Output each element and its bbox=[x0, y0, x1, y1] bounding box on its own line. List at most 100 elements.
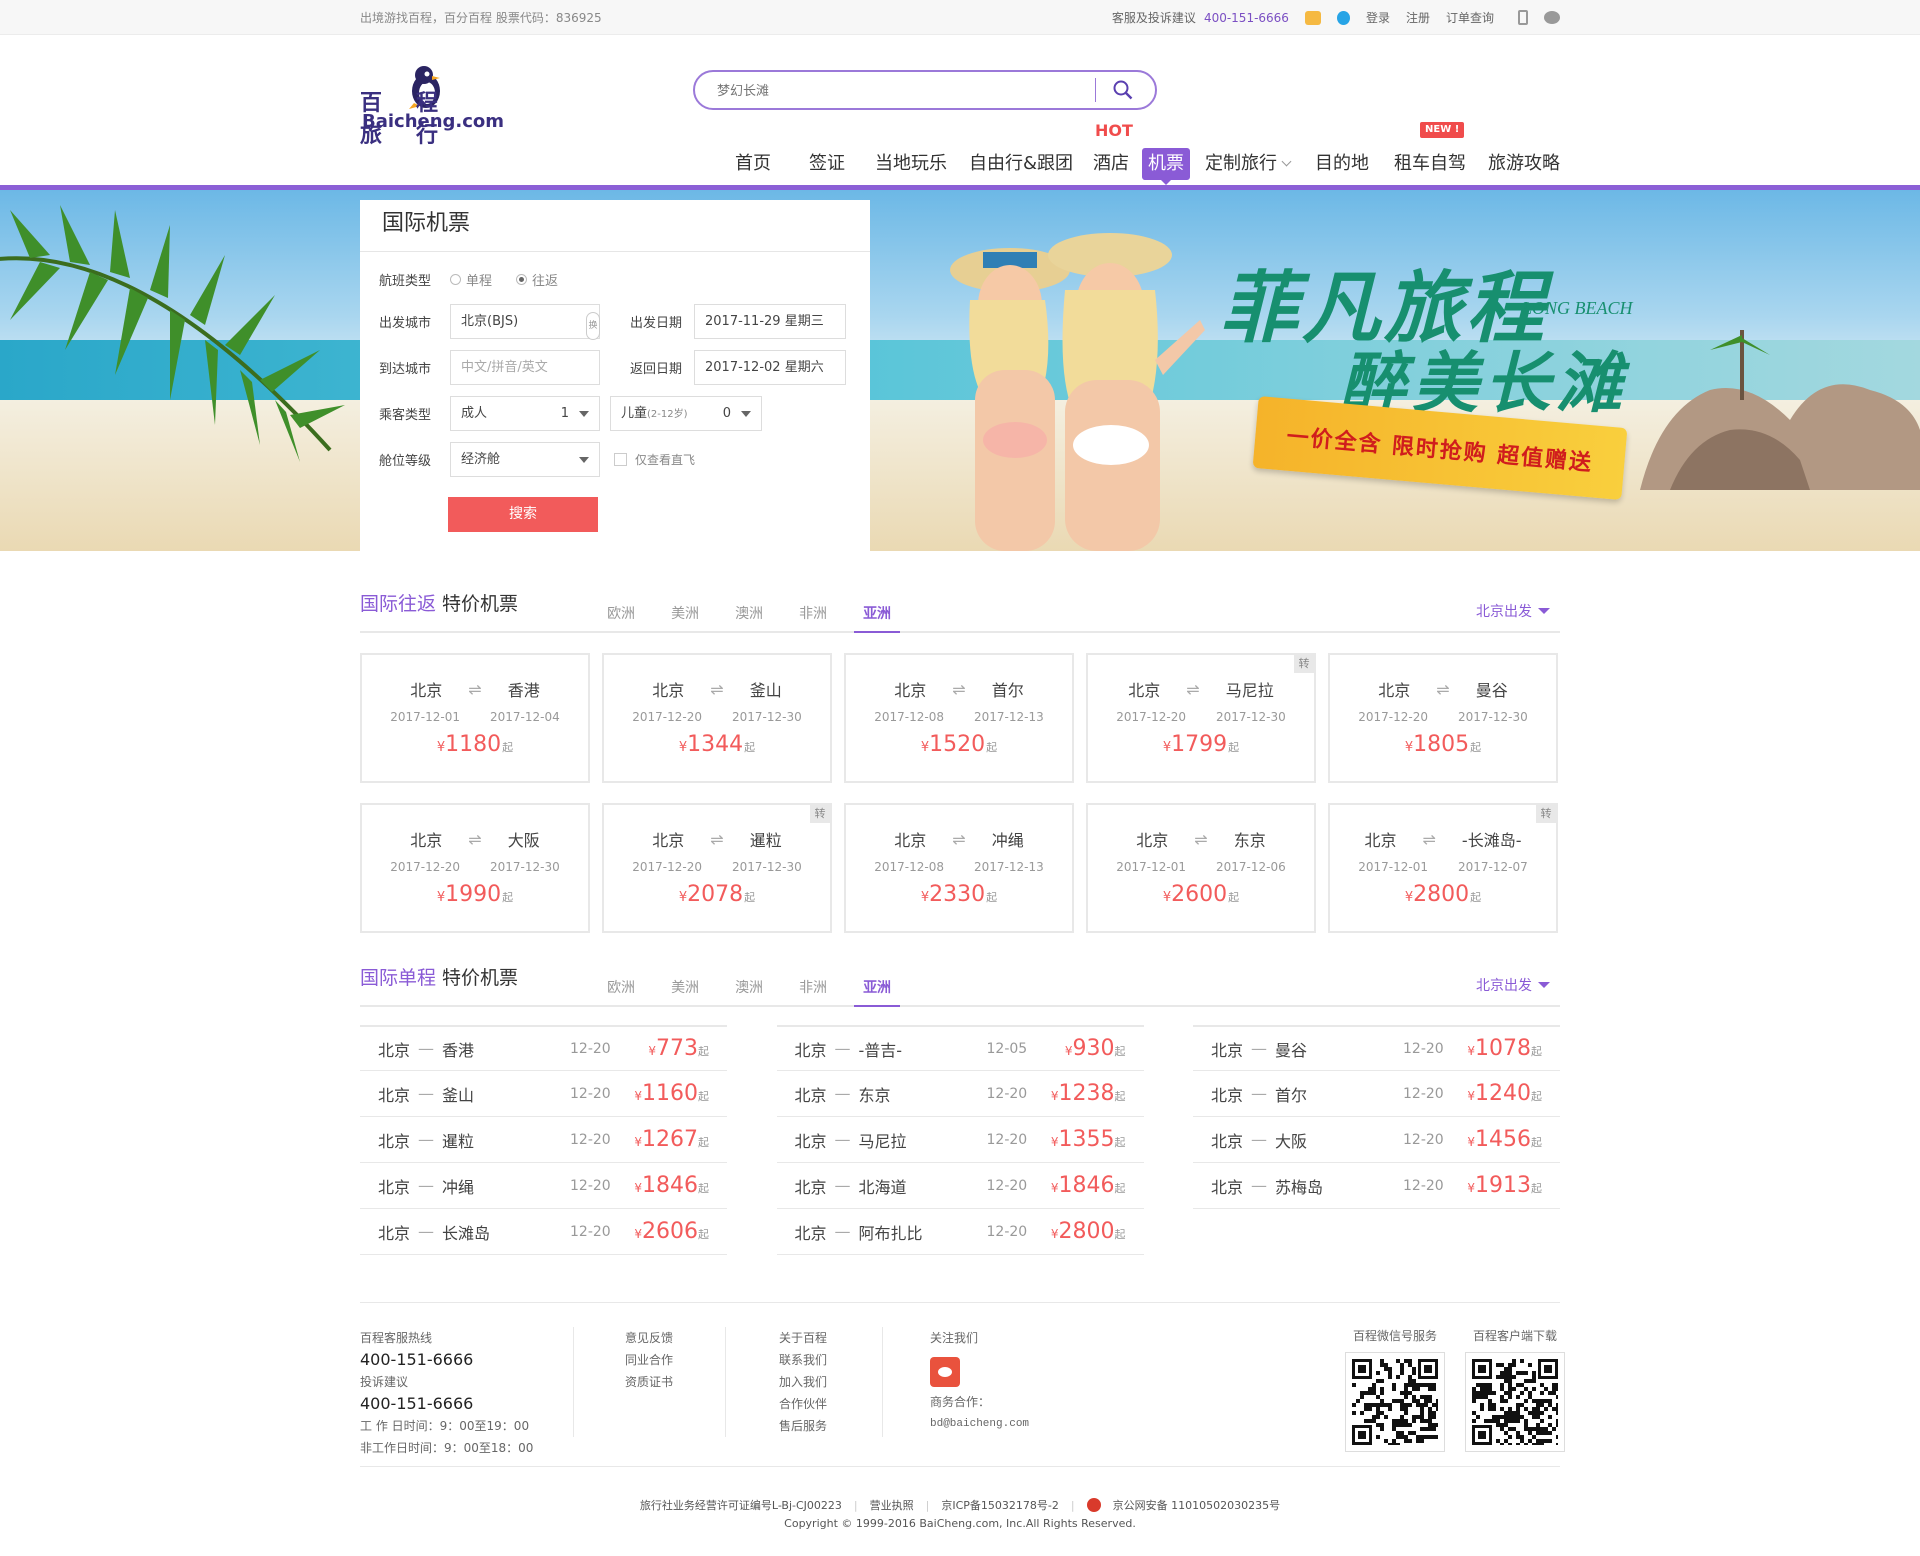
flight-deal-card[interactable]: 北京 ⇌ 东京 2017-12-01 2017-12-06 ¥2600起 bbox=[1086, 803, 1316, 933]
roundtrip-title: 国际往返 特价机票 bbox=[360, 593, 519, 615]
oneway-deal-row[interactable]: 北京 — -普吉- 12-05 ¥930起 bbox=[776, 1025, 1144, 1071]
nav-destination[interactable]: 目的地 bbox=[1301, 148, 1383, 180]
tab-africa[interactable]: 非洲 bbox=[790, 977, 836, 1007]
footer-link-partner[interactable]: 同业合作 bbox=[625, 1349, 673, 1371]
roundtrip-cards: 北京 ⇌ 香港 2017-12-01 2017-12-04 ¥1180起 北京 ⇌ 釜山 2017… bbox=[360, 653, 1560, 933]
from-city-input[interactable]: 北京(BJS) bbox=[450, 304, 600, 339]
tab-asia[interactable]: 亚洲 bbox=[854, 977, 901, 1007]
depart-date-input[interactable]: 2017-11-29 星期三 bbox=[694, 304, 847, 339]
deal-date: 12-20 bbox=[986, 1131, 1028, 1148]
caret-down-icon bbox=[1538, 982, 1550, 988]
return-date-input[interactable]: 2017-12-02 星期六 bbox=[694, 350, 847, 385]
nav-home[interactable]: 首页 bbox=[716, 148, 790, 180]
flight-deal-card[interactable]: 转北京 ⇌ 暹粒 2017-12-20 2017-12-30 ¥2078起 bbox=[602, 803, 832, 933]
login-link[interactable]: 登录 bbox=[1366, 9, 1390, 26]
dropdown-arrow-icon bbox=[579, 457, 589, 463]
oneway-deal-row[interactable]: 北京 — 釜山 12-20 ¥1160起 bbox=[360, 1071, 727, 1117]
weibo-icon[interactable] bbox=[1304, 10, 1321, 25]
register-link[interactable]: 注册 bbox=[1406, 9, 1430, 26]
oneway-deal-row[interactable]: 北京 — 曼谷 12-20 ¥1078起 bbox=[1193, 1025, 1560, 1071]
tab-africa[interactable]: 非洲 bbox=[790, 603, 836, 633]
tab-europe[interactable]: 欧洲 bbox=[598, 603, 644, 633]
flight-deal-card[interactable]: 北京 ⇌ 首尔 2017-12-08 2017-12-13 ¥1520起 bbox=[844, 653, 1074, 783]
flight-search-button[interactable]: 搜索 bbox=[448, 497, 598, 532]
oneway-deal-row[interactable]: 北京 — 北海道 12-20 ¥1846起 bbox=[776, 1163, 1144, 1209]
qq-icon[interactable] bbox=[1336, 10, 1350, 25]
logo[interactable]: 百程旅行 Baicheng.com bbox=[360, 63, 504, 148]
header: 百程旅行 Baicheng.com 首页 签证 当地玩乐 自由行&跟团 HOT酒… bbox=[0, 35, 1920, 190]
nav-flights[interactable]: 机票 bbox=[1142, 148, 1190, 185]
departure-city-select[interactable]: 北京出发 bbox=[1476, 975, 1550, 995]
hero-banner[interactable]: 菲凡旅程 LONG BEACH 醉美长滩 一价全含 限时抢购 超值赠送 国际机票… bbox=[0, 190, 1920, 551]
nav-guides[interactable]: 旅游攻略 bbox=[1477, 148, 1560, 180]
order-query-link[interactable]: 订单查询 bbox=[1446, 9, 1494, 26]
tab-oceania[interactable]: 澳洲 bbox=[726, 977, 772, 1007]
adult-select[interactable]: 成人 1 bbox=[450, 396, 600, 431]
business-email[interactable]: bd@baicheng.com bbox=[930, 1413, 1029, 1435]
footer-link-jobs[interactable]: 加入我们 bbox=[779, 1371, 827, 1393]
nav-car-rental[interactable]: NEW ! 租车自驾 bbox=[1383, 122, 1477, 180]
oneway-deal-row[interactable]: 北京 — 首尔 12-20 ¥1240起 bbox=[1193, 1071, 1560, 1117]
service-label: 客服及投诉建议 bbox=[1111, 11, 1196, 25]
oneway-deal-row[interactable]: 北京 — 长滩岛 12-20 ¥2606起 bbox=[360, 1209, 727, 1255]
nav-free-tour[interactable]: 自由行&跟团 bbox=[958, 148, 1084, 180]
return-date-label: 返回日期 bbox=[630, 362, 683, 377]
palm-leaf-illustration bbox=[0, 205, 345, 462]
flight-deal-card[interactable]: 北京 ⇌ 曼谷 2017-12-20 2017-12-30 ¥1805起 bbox=[1328, 653, 1558, 783]
flight-deal-card[interactable]: 北京 ⇌ 釜山 2017-12-20 2017-12-30 ¥1344起 bbox=[602, 653, 832, 783]
form-title: 国际机票 bbox=[360, 200, 870, 252]
tab-america[interactable]: 美洲 bbox=[662, 977, 708, 1007]
tab-asia[interactable]: 亚洲 bbox=[854, 603, 901, 633]
footer-link-about[interactable]: 关于百程 bbox=[779, 1327, 827, 1349]
tab-europe[interactable]: 欧洲 bbox=[598, 977, 644, 1007]
mobile-icon[interactable] bbox=[1518, 10, 1528, 25]
roundtrip-arrows-icon: ⇌ bbox=[952, 829, 966, 849]
nav-hotel[interactable]: HOT 酒店 bbox=[1084, 122, 1138, 180]
oneway-deal-row[interactable]: 北京 — 大阪 12-20 ¥1456起 bbox=[1193, 1117, 1560, 1163]
nav-local[interactable]: 当地玩乐 bbox=[864, 148, 958, 180]
oneway-deal-row[interactable]: 北京 — 香港 12-20 ¥773起 bbox=[360, 1025, 727, 1071]
roundtrip-radio[interactable]: 往返 bbox=[516, 270, 558, 289]
oneway-deal-row[interactable]: 北京 — 阿布扎比 12-20 ¥2800起 bbox=[776, 1209, 1144, 1255]
oneway-deal-row[interactable]: 北京 — 冲绳 12-20 ¥1846起 bbox=[360, 1163, 727, 1209]
dropdown-arrow-icon bbox=[579, 411, 589, 417]
oneway-radio[interactable]: 单程 bbox=[450, 270, 492, 289]
search-button[interactable] bbox=[1096, 72, 1150, 108]
nav-visa[interactable]: 签证 bbox=[790, 148, 864, 180]
swap-cities-button[interactable]: 换 bbox=[586, 312, 600, 340]
roundtrip-arrows-icon: ⇌ bbox=[1436, 679, 1450, 699]
deal-date: 12-20 bbox=[1403, 1177, 1444, 1194]
departure-city-select[interactable]: 北京出发 bbox=[1476, 601, 1550, 621]
oneway-deal-row[interactable]: 北京 — 苏梅岛 12-20 ¥1913起 bbox=[1193, 1163, 1560, 1209]
footer: 百程客服热线 400-151-6666 投诉建议 400-151-6666 工 … bbox=[360, 1302, 1565, 1467]
footer-link-contact[interactable]: 联系我们 bbox=[779, 1349, 827, 1371]
copyright: Copyright © 1999-2016 BaiCheng.com, Inc.… bbox=[784, 1517, 1136, 1530]
biz-license-link[interactable]: 营业执照 bbox=[870, 1497, 914, 1513]
oneway-deal-row[interactable]: 北京 — 东京 12-20 ¥1238起 bbox=[776, 1071, 1144, 1117]
footer-link-aftersale[interactable]: 售后服务 bbox=[779, 1415, 827, 1437]
flight-deal-card[interactable]: 北京 ⇌ 冲绳 2017-12-08 2017-12-13 ¥2330起 bbox=[844, 803, 1074, 933]
direct-only-checkbox[interactable]: 仅查看直飞 bbox=[614, 451, 695, 468]
cabin-class-select[interactable]: 经济舱 bbox=[450, 442, 600, 477]
flight-deal-card[interactable]: 北京 ⇌ 香港 2017-12-01 2017-12-04 ¥1180起 bbox=[360, 653, 590, 783]
child-select[interactable]: 儿童(2-12岁) 0 bbox=[610, 396, 762, 431]
destination-city: 阿布扎比 bbox=[858, 1223, 923, 1243]
wechat-icon[interactable] bbox=[1544, 11, 1560, 24]
oneway-deal-row[interactable]: 北京 — 暹粒 12-20 ¥1267起 bbox=[360, 1117, 727, 1163]
wechat-qr-code bbox=[1345, 1352, 1445, 1452]
tab-america[interactable]: 美洲 bbox=[662, 603, 708, 633]
weibo-icon[interactable] bbox=[930, 1357, 960, 1387]
island-rocks-illustration bbox=[1640, 330, 1920, 490]
flight-deal-card[interactable]: 转北京 ⇌ -长滩岛- 2017-12-01 2017-12-07 ¥2800起 bbox=[1328, 803, 1558, 933]
destination-city: 香港 bbox=[507, 681, 540, 700]
footer-link-partners[interactable]: 合作伙伴 bbox=[779, 1393, 827, 1415]
flight-deal-card[interactable]: 转北京 ⇌ 马尼拉 2017-12-20 2017-12-30 ¥1799起 bbox=[1086, 653, 1316, 783]
flight-deal-card[interactable]: 北京 ⇌ 大阪 2017-12-20 2017-12-30 ¥1990起 bbox=[360, 803, 590, 933]
to-city-input[interactable]: 中文/拼音/英文 bbox=[450, 350, 600, 385]
tab-oceania[interactable]: 澳洲 bbox=[726, 603, 772, 633]
oneway-deal-row[interactable]: 北京 — 马尼拉 12-20 ¥1355起 bbox=[776, 1117, 1144, 1163]
footer-link-qualification[interactable]: 资质证书 bbox=[625, 1371, 673, 1393]
search-input[interactable] bbox=[717, 82, 1077, 98]
nav-custom[interactable]: 定制旅行 bbox=[1194, 148, 1301, 180]
footer-link-feedback[interactable]: 意见反馈 bbox=[625, 1327, 673, 1349]
